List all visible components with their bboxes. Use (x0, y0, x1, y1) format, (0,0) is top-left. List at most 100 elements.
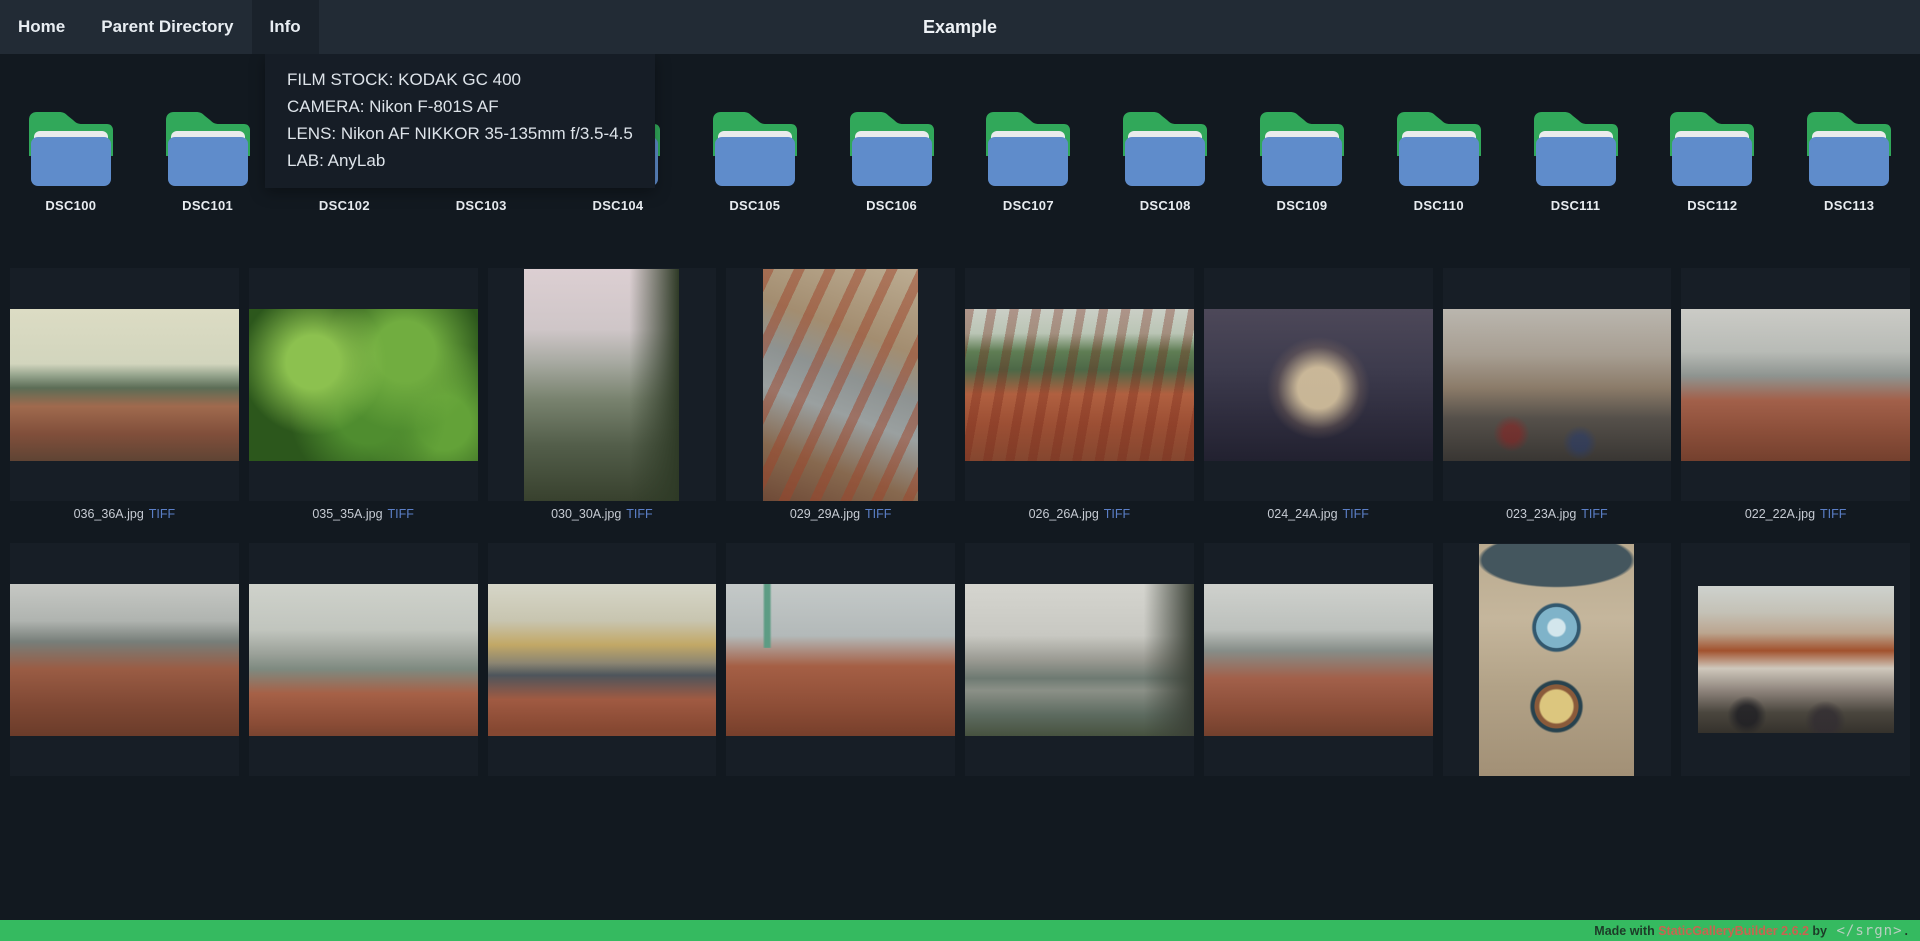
folder-item-dsc112[interactable]: DSC112 (1646, 104, 1778, 216)
folder-icon (1530, 104, 1622, 186)
photo-caption: 036_36A.jpg TIFF (10, 507, 239, 525)
tooltip-line-lens: LENS: Nikon AF NIKKOR 35-135mm f/3.5-4.5 (287, 120, 633, 147)
folder-icon (1119, 104, 1211, 186)
gallery-item (965, 543, 1194, 776)
tiff-link[interactable]: TIFF (865, 507, 891, 521)
photo-filename: 023_23A.jpg (1506, 507, 1576, 521)
tooltip-line-film-stock: FILM STOCK: KODAK GC 400 (287, 66, 633, 93)
nav-tab-info[interactable]: Info (252, 0, 319, 54)
folder-icon (846, 104, 938, 186)
photo-caption: 029_29A.jpg TIFF (726, 507, 955, 525)
folder-item-dsc106[interactable]: DSC106 (826, 104, 958, 216)
gallery-item (726, 543, 955, 776)
photo-thumbnail-city-panorama-with-castle[interactable] (1204, 543, 1433, 776)
gallery-item: 026_26A.jpg TIFF (965, 268, 1194, 525)
folder-name: DSC104 (593, 198, 644, 216)
folder-name: DSC111 (1551, 198, 1601, 216)
photo-thumbnail-tyn-church-night[interactable] (1204, 268, 1433, 501)
photo-thumbnail-waterfront-buildings[interactable] (488, 543, 717, 776)
folder-item-dsc101[interactable]: DSC101 (142, 104, 274, 216)
folder-name: DSC106 (866, 198, 917, 216)
photo-thumbnail-astronomical-clock[interactable] (1443, 543, 1672, 776)
photo-caption: 030_30A.jpg TIFF (488, 507, 717, 525)
tooltip-line-lab: LAB: AnyLab (287, 147, 633, 174)
folder-item-dsc105[interactable]: DSC105 (689, 104, 821, 216)
folder-name: DSC100 (45, 198, 96, 216)
builder-link[interactable]: StaticGalleryBuilder 2.6.2 (1658, 924, 1809, 938)
folder-icon (25, 104, 117, 186)
tiff-link[interactable]: TIFF (1343, 507, 1369, 521)
tiff-link[interactable]: TIFF (149, 507, 175, 521)
tiff-link[interactable]: TIFF (388, 507, 414, 521)
folder-icon (1666, 104, 1758, 186)
gallery-item (1443, 543, 1672, 776)
photo-thumbnail-green-foliage[interactable] (249, 268, 478, 501)
tooltip-line-camera: CAMERA: Nikon F-801S AF (287, 93, 633, 120)
photo-filename: 024_24A.jpg (1267, 507, 1337, 521)
photo-thumbnail-rooftops-green-spire[interactable] (726, 543, 955, 776)
folder-item-dsc108[interactable]: DSC108 (1099, 104, 1231, 216)
folder-icon (982, 104, 1074, 186)
gallery-item (10, 543, 239, 776)
photo-thumbnail-river-with-bridges[interactable] (249, 543, 478, 776)
gallery-item: 023_23A.jpg TIFF (1443, 268, 1672, 525)
tiff-link[interactable]: TIFF (1581, 507, 1607, 521)
gallery-item (1681, 543, 1910, 776)
photo-filename: 026_26A.jpg (1029, 507, 1099, 521)
folder-icon (1393, 104, 1485, 186)
nav-link-parent-directory[interactable]: Parent Directory (83, 0, 251, 54)
folder-name: DSC112 (1687, 198, 1737, 216)
footer-bar: Made with StaticGalleryBuilder 2.6.2 by … (0, 920, 1920, 941)
tiff-link[interactable]: TIFF (626, 507, 652, 521)
folder-name: DSC101 (182, 198, 233, 216)
tiff-link[interactable]: TIFF (1104, 507, 1130, 521)
gallery-item: 036_36A.jpg TIFF (10, 268, 239, 525)
folder-name: DSC110 (1414, 198, 1464, 216)
folder-item-dsc113[interactable]: DSC113 (1783, 104, 1915, 216)
by-text: by (1809, 924, 1831, 938)
photo-thumbnail-red-rooftops-hill[interactable] (965, 268, 1194, 501)
photo-caption: 022_22A.jpg TIFF (1681, 507, 1910, 525)
photo-filename: 036_36A.jpg (74, 507, 144, 521)
tiff-link[interactable]: TIFF (1820, 507, 1846, 521)
folder-name: DSC102 (319, 198, 370, 216)
gallery-item: 030_30A.jpg TIFF (488, 268, 717, 525)
gallery-item (249, 543, 478, 776)
info-tooltip: FILM STOCK: KODAK GC 400 CAMERA: Nikon F… (265, 54, 655, 188)
folder-icon (709, 104, 801, 186)
photo-caption: 026_26A.jpg TIFF (965, 507, 1194, 525)
folder-item-dsc109[interactable]: DSC109 (1236, 104, 1368, 216)
photo-thumbnail-castle-rooftop-panorama[interactable] (1681, 268, 1910, 501)
photo-thumbnail-city-spire-panorama[interactable] (10, 268, 239, 501)
photo-thumbnail-prague-castle-panorama[interactable] (10, 543, 239, 776)
photo-thumbnail-valley-view[interactable] (488, 268, 717, 501)
photo-thumbnail-charles-bridge-statues[interactable] (965, 543, 1194, 776)
folder-name: DSC109 (1277, 198, 1328, 216)
folder-name: DSC103 (456, 198, 507, 216)
photo-filename: 030_30A.jpg (551, 507, 621, 521)
photo-caption: 024_24A.jpg TIFF (1204, 507, 1433, 525)
footer-period: . (1905, 924, 1908, 938)
folder-icon (1803, 104, 1895, 186)
photo-caption: 023_23A.jpg TIFF (1443, 507, 1672, 525)
folder-item-dsc110[interactable]: DSC110 (1373, 104, 1505, 216)
folder-name: DSC113 (1824, 198, 1874, 216)
made-with-text: Made with (1594, 924, 1658, 938)
photo-gallery-grid: 036_36A.jpg TIFF 035_35A.jpgTIFF 030_30A.… (0, 268, 1920, 776)
photo-thumbnail-street-from-tower[interactable] (726, 268, 955, 501)
folder-icon (1256, 104, 1348, 186)
photo-caption: 035_35A.jpgTIFF (249, 507, 478, 525)
credit-link[interactable]: </srgn> (1837, 923, 1903, 939)
gallery-item: 029_29A.jpg TIFF (726, 268, 955, 525)
folder-item-dsc107[interactable]: DSC107 (962, 104, 1094, 216)
photo-thumbnail-old-town-square-crowd[interactable] (1681, 543, 1910, 776)
photo-thumbnail-crowd-in-square[interactable] (1443, 268, 1672, 501)
nav-link-home[interactable]: Home (0, 0, 83, 54)
navbar: Home Parent Directory Info Example (0, 0, 1920, 54)
gallery-item: 022_22A.jpg TIFF (1681, 268, 1910, 525)
folder-item-dsc100[interactable]: DSC100 (5, 104, 137, 216)
photo-filename: 022_22A.jpg (1745, 507, 1815, 521)
gallery-item: 024_24A.jpg TIFF (1204, 268, 1433, 525)
photo-filename: 029_29A.jpg (790, 507, 860, 521)
folder-item-dsc111[interactable]: DSC111 (1510, 104, 1642, 216)
